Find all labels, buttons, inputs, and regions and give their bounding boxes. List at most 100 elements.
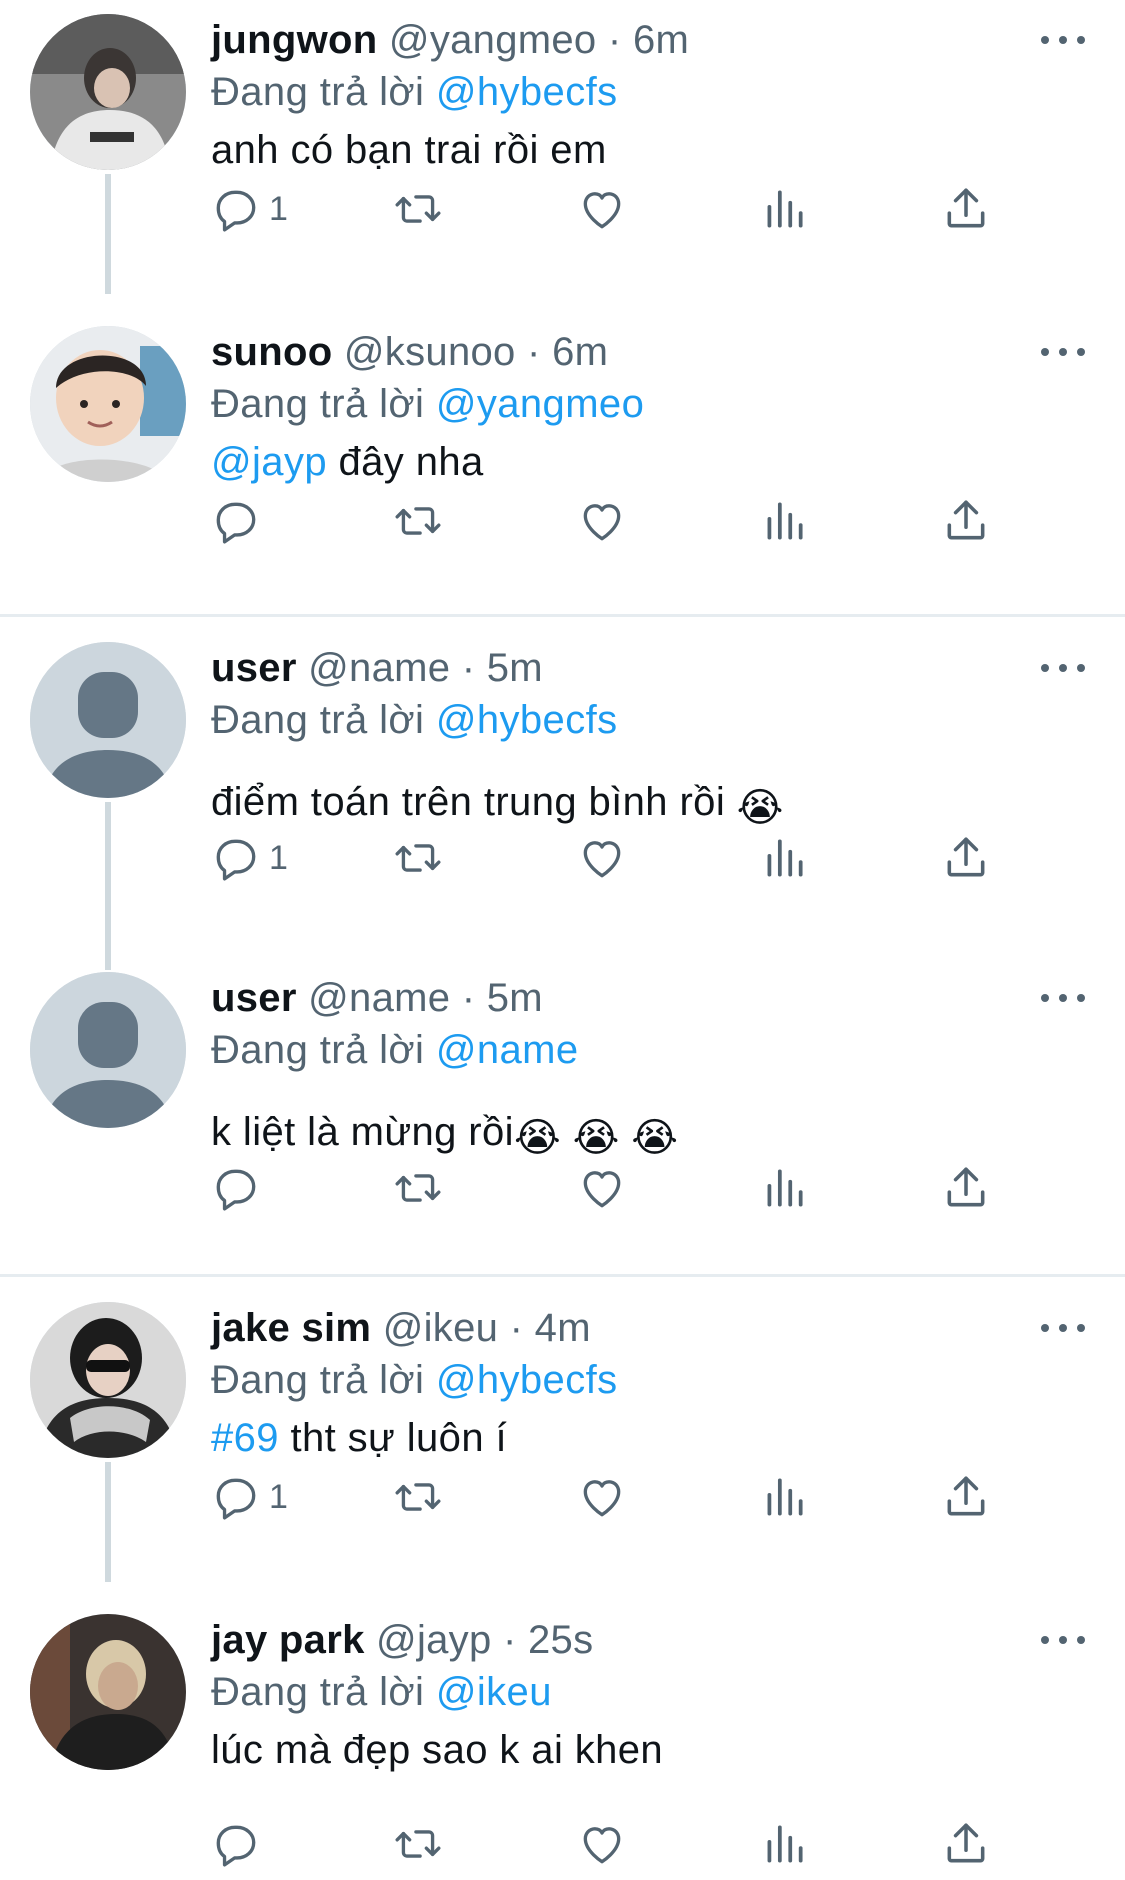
display-name[interactable]: sunoo	[211, 330, 332, 374]
timestamp[interactable]: 6m	[633, 18, 689, 62]
avatar[interactable]	[30, 14, 186, 170]
views-button[interactable]	[759, 1467, 809, 1527]
replying-to-mention[interactable]: @hybecfs	[436, 1358, 618, 1402]
share-button[interactable]	[941, 491, 991, 551]
more-icon[interactable]	[1041, 1308, 1085, 1348]
reply-count: 1	[269, 1477, 288, 1516]
replying-to: Đang trả lời @yangmeo	[211, 378, 1085, 430]
replying-to-mention[interactable]: @yangmeo	[436, 382, 644, 426]
more-icon[interactable]	[1041, 648, 1085, 688]
avatar[interactable]	[30, 1302, 186, 1458]
share-button[interactable]	[941, 1814, 991, 1874]
views-button[interactable]	[759, 179, 809, 239]
heart-icon	[583, 192, 621, 229]
replying-to-mention[interactable]: @hybecfs	[436, 698, 618, 742]
avatar[interactable]	[30, 326, 186, 482]
action-bar	[211, 1158, 1011, 1218]
handle[interactable]: @jayp	[376, 1618, 491, 1662]
replying-to-mention[interactable]: @ikeu	[436, 1670, 552, 1714]
like-button[interactable]	[577, 1814, 627, 1874]
tweet-text-content: đây nha	[326, 440, 484, 484]
replying-to-label: Đang trả lời	[211, 70, 425, 114]
display-name[interactable]: jay park	[211, 1618, 365, 1662]
replying-to: Đang trả lời @hybecfs	[211, 694, 1085, 746]
stats-icon	[767, 1478, 803, 1516]
retweet-button[interactable]	[393, 828, 443, 888]
reply-button[interactable]: 1	[211, 179, 288, 239]
stats-icon	[767, 1825, 803, 1863]
retweet-button[interactable]	[393, 1158, 443, 1218]
replying-to: Đang trả lời @ikeu	[211, 1666, 1085, 1718]
replying-to-mention[interactable]: @hybecfs	[436, 70, 618, 114]
display-name[interactable]: user	[211, 646, 297, 690]
views-button[interactable]	[759, 491, 809, 551]
heart-icon	[583, 1827, 621, 1864]
separator-dot: ·	[502, 1618, 517, 1662]
views-button[interactable]	[759, 1814, 809, 1874]
replying-to-label: Đang trả lời	[211, 698, 425, 742]
like-button[interactable]	[577, 179, 627, 239]
thread-divider	[0, 614, 1125, 617]
replying-to: Đang trả lời @name	[211, 1024, 1085, 1076]
share-button[interactable]	[941, 1158, 991, 1218]
crying-emoji: 😭 😭 😭	[513, 1116, 679, 1160]
handle[interactable]: @ikeu	[383, 1306, 498, 1350]
retweet-button[interactable]	[393, 1467, 443, 1527]
text-mention[interactable]: @jayp	[211, 440, 327, 484]
like-button[interactable]	[577, 828, 627, 888]
heart-icon	[583, 1480, 621, 1517]
timestamp[interactable]: 5m	[487, 646, 543, 690]
more-icon[interactable]	[1041, 20, 1085, 60]
more-icon[interactable]	[1041, 1620, 1085, 1660]
like-button[interactable]	[577, 491, 627, 551]
reply-count: 1	[269, 189, 288, 228]
reply-button[interactable]	[211, 1814, 269, 1874]
thread-line	[105, 802, 111, 970]
views-button[interactable]	[759, 1158, 809, 1218]
timestamp[interactable]: 5m	[487, 976, 543, 1020]
retweet-button[interactable]	[393, 1814, 443, 1874]
handle[interactable]: @name	[308, 976, 450, 1020]
share-button[interactable]	[941, 828, 991, 888]
action-bar	[211, 491, 1011, 551]
tweet-text-content: tht sự luôn í	[278, 1416, 507, 1460]
avatar[interactable]	[30, 972, 186, 1128]
reply-button[interactable]: 1	[211, 828, 288, 888]
hashtag[interactable]: #69	[211, 1416, 279, 1460]
timestamp[interactable]: 6m	[552, 330, 608, 374]
display-name[interactable]: jake sim	[211, 1306, 371, 1350]
retweet-button[interactable]	[393, 491, 443, 551]
replying-to: Đang trả lời @hybecfs	[211, 1354, 1085, 1406]
views-button[interactable]	[759, 828, 809, 888]
handle[interactable]: @yangmeo	[389, 18, 597, 62]
stats-icon	[767, 839, 803, 877]
like-button[interactable]	[577, 1467, 627, 1527]
timestamp[interactable]: 25s	[528, 1618, 593, 1662]
avatar[interactable]	[30, 642, 186, 798]
thread-line	[105, 1462, 111, 1582]
timestamp[interactable]: 4m	[535, 1306, 591, 1350]
stats-icon	[767, 502, 803, 540]
reply-feed: jungwon @yangmeo · 6m Đang trả lời @hybe…	[0, 0, 1125, 1880]
avatar-photo	[30, 1614, 186, 1770]
share-button[interactable]	[941, 179, 991, 239]
display-name[interactable]: jungwon	[211, 18, 378, 62]
action-bar: 1	[211, 179, 1011, 239]
avatar-photo	[30, 1302, 186, 1458]
share-button[interactable]	[941, 1467, 991, 1527]
like-button[interactable]	[577, 1158, 627, 1218]
replying-to-label: Đang trả lời	[211, 1670, 425, 1714]
display-name[interactable]: user	[211, 976, 297, 1020]
handle[interactable]: @ksunoo	[344, 330, 516, 374]
share-icon	[947, 1476, 985, 1516]
avatar[interactable]	[30, 1614, 186, 1770]
handle[interactable]: @name	[308, 646, 450, 690]
reply-button[interactable]	[211, 1158, 269, 1218]
more-icon[interactable]	[1041, 332, 1085, 372]
replying-to-mention[interactable]: @name	[436, 1028, 579, 1072]
retweet-button[interactable]	[393, 179, 443, 239]
retweet-icon	[395, 1830, 441, 1858]
more-icon[interactable]	[1041, 978, 1085, 1018]
reply-button[interactable]	[211, 491, 269, 551]
reply-button[interactable]: 1	[211, 1467, 288, 1527]
